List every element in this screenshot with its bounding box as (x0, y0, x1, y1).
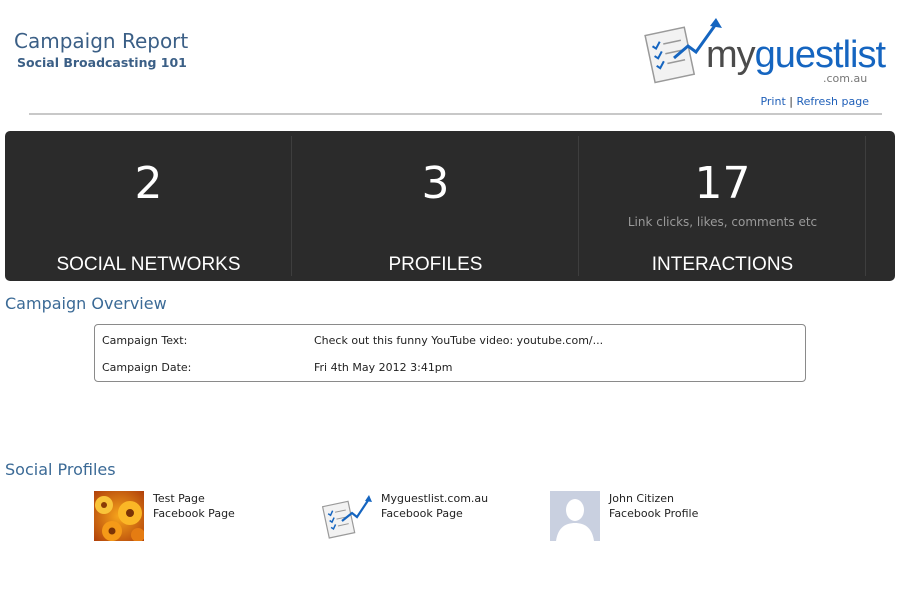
link-separator: | (789, 95, 793, 108)
page-actions: Print | Refresh page (760, 95, 869, 108)
stat-social-networks: 2 SOCIAL NETWORKS (5, 131, 292, 281)
campaign-overview-box: Campaign Text: Check out this funny YouT… (94, 324, 806, 382)
logo-domain: .com.au (823, 72, 868, 85)
default-person-silhouette-icon (550, 491, 600, 541)
page-title: Campaign Report (14, 29, 189, 53)
stat-divider (865, 136, 866, 276)
profile-name: John Citizen (609, 492, 675, 505)
refresh-page-link[interactable]: Refresh page (796, 95, 869, 108)
stat-description: Link clicks, likes, comments etc (627, 215, 818, 229)
stats-panel: 2 SOCIAL NETWORKS 3 PROFILES 17 Link cli… (5, 131, 895, 281)
myguestlist-logo: myguestlist .com.au (644, 16, 886, 88)
stat-interactions: 17 Link clicks, likes, comments etc INTE… (579, 131, 866, 281)
social-profiles-heading: Social Profiles (5, 460, 116, 479)
stat-label: SOCIAL NETWORKS (56, 254, 241, 275)
profile-item-test-page[interactable]: Test Page Facebook Page (94, 491, 294, 541)
profile-type: Facebook Page (381, 507, 463, 520)
campaign-text-value: Check out this funny YouTube video: yout… (314, 334, 604, 347)
campaign-date-label: Campaign Date: (102, 361, 192, 374)
logo-wordmark: myguestlist (706, 34, 886, 76)
stat-label: INTERACTIONS (651, 254, 794, 275)
profile-type: Facebook Profile (609, 507, 699, 520)
print-link[interactable]: Print (760, 95, 785, 108)
campaign-overview-heading: Campaign Overview (5, 294, 167, 313)
myguestlist-logo-icon (322, 491, 372, 541)
stat-label: PROFILES (388, 254, 483, 275)
profile-name: Myguestlist.com.au (381, 492, 489, 505)
campaign-date-value: Fri 4th May 2012 3:41pm (314, 361, 453, 374)
stat-value: 17 (694, 158, 751, 209)
profile-type: Facebook Page (153, 507, 235, 520)
campaign-text-label: Campaign Text: (102, 334, 188, 347)
header-divider (29, 113, 882, 115)
profile-item-myguestlist[interactable]: Myguestlist.com.au Facebook Page (322, 491, 522, 541)
flower-photo-avatar (94, 491, 144, 541)
profile-name: Test Page (153, 492, 205, 505)
campaign-name: Social Broadcasting 101 (17, 55, 187, 70)
stat-value: 2 (134, 158, 163, 209)
stat-value: 3 (421, 158, 450, 209)
profile-item-john-citizen[interactable]: John Citizen Facebook Profile (550, 491, 750, 541)
stat-profiles: 3 PROFILES (292, 131, 579, 281)
